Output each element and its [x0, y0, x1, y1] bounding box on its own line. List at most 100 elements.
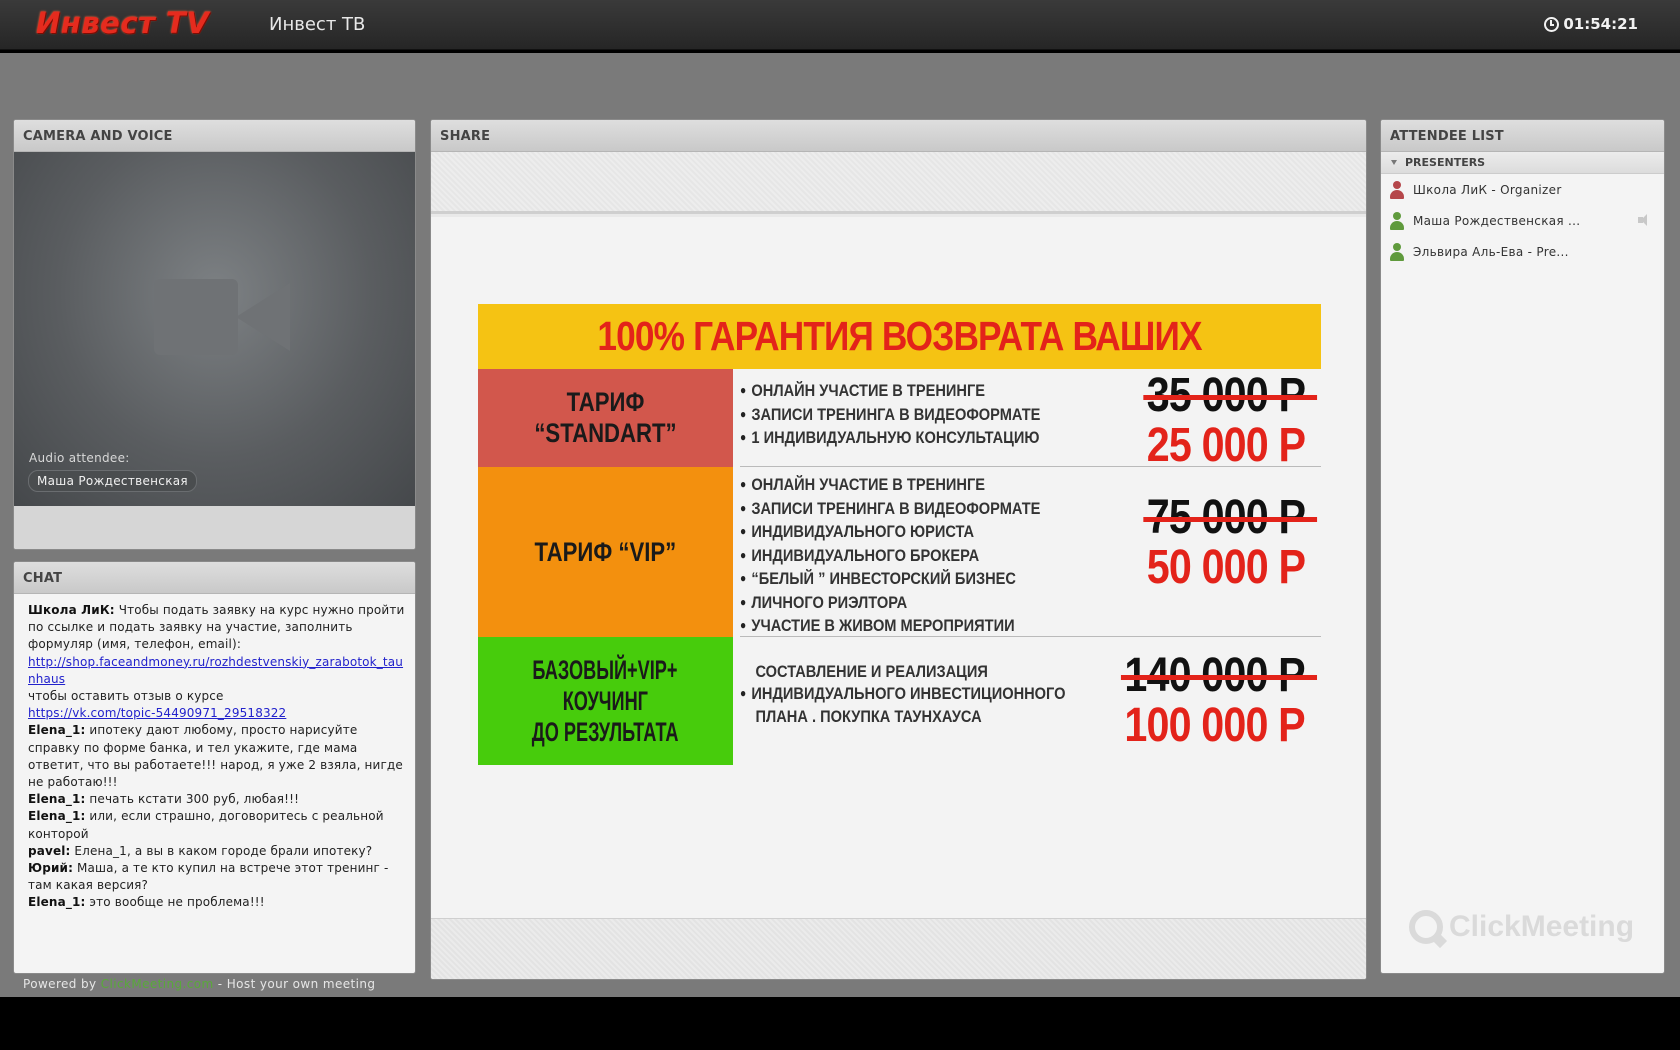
session-timer: 01:54:21 [1544, 15, 1638, 33]
feature-item: СОСТАВЛЕНИЕ И РЕАЛИЗАЦИЯ [755, 662, 988, 681]
presenter-person-icon [1389, 242, 1405, 261]
tarif-label: БАЗОВЫЙ+VIP+ КОУЧИНГ ДО РЕЗУЛЬТАТА [478, 637, 733, 765]
room-title: Инвест ТВ [269, 14, 366, 35]
chat-text: ипотеку дают любому, просто нарисуйте сп… [28, 723, 403, 790]
chat-link[interactable]: http://shop.faceandmoney.ru/rozhdestvens… [28, 655, 403, 686]
camera-panel: CAMERA AND VOICE Audio attendee: Маша Ро… [13, 119, 416, 550]
chat-message: https://vk.com/topic-54490971_29518322 [28, 705, 409, 722]
tarif-name-line: ДО РЕЗУЛЬТАТА [532, 716, 679, 747]
tarif-price: 35 000 Р 25 000 Р [1121, 371, 1318, 472]
chat-author: Elena_1: [28, 895, 86, 910]
feature-item: ОНЛАЙН УЧАСТИЕ В ТРЕНИНГЕ [740, 474, 1040, 498]
powered-by-footer: Powered by ClickMeeting.com - Host your … [23, 977, 375, 991]
video-camera-icon [154, 279, 238, 355]
feature-item: “БЕЛЫЙ ” ИНВЕСТОРСКИЙ БИЗНЕС [740, 568, 1040, 592]
chat-text: печать кстати 300 руб, любая!!! [85, 792, 300, 807]
tarif-row-coaching: БАЗОВЫЙ+VIP+ КОУЧИНГ ДО РЕЗУЛЬТАТА СОСТАВЛ… [478, 637, 1321, 765]
feature-item: УЧАСТИЕ В ЖИВОМ МЕРОПРИЯТИИ [740, 615, 1040, 639]
new-price: 25 000 Р [1146, 419, 1306, 472]
tarif-name: БАЗОВЫЙ+VIP+ КОУЧИНГ ДО РЕЗУЛЬТАТА [516, 655, 695, 748]
clickmeeting-watermark: ClickMeeting [1409, 910, 1634, 944]
chat-author: Elena_1: [28, 809, 86, 824]
chat-message: Elena_1: печать кстати 300 руб, любая!!! [28, 791, 409, 808]
attendee-item[interactable]: Маша Рождественская ... [1381, 205, 1664, 236]
speaker-icon [1638, 214, 1652, 226]
tarif-name-line: КОУЧИНГ [562, 685, 649, 716]
attendee-panel: ATTENDEE LIST PRESENTERS Школа ЛиК - Org… [1380, 119, 1665, 974]
tarif-row-standart: ТАРИФ “STANDART” ОНЛАЙН УЧАСТИЕ В ТРЕНИН… [478, 369, 1321, 472]
feature-item: ИНДИВИДУАЛЬНОГО ЮРИСТА [740, 521, 1040, 545]
camera-footer [14, 506, 415, 549]
tarif-price: 140 000 Р 100 000 Р [1095, 649, 1317, 752]
old-price: 75 000 Р [1143, 491, 1318, 544]
chat-text: Елена_1, а вы в каком городе брали ипоте… [70, 843, 373, 858]
audio-attendee-label: Audio attendee: [29, 451, 130, 465]
feature-item: ИНДИВИДУАЛЬНОГО ИНВЕСТИЦИОННОГО [740, 683, 1065, 707]
organizer-person-icon [1389, 180, 1405, 199]
clickmeeting-logo-icon [1409, 910, 1443, 944]
attendee-name: Маша Рождественская ... [1413, 213, 1581, 228]
chat-message: http://shop.faceandmoney.ru/rozhdestvens… [28, 654, 409, 688]
chat-link[interactable]: https://vk.com/topic-54490971_29518322 [28, 706, 286, 720]
share-top-strip [431, 152, 1366, 214]
tarif-label: ТАРИФ “STANDART” [478, 369, 733, 467]
video-camera-lens-icon [236, 283, 290, 351]
chat-message: Elena_1: ипотеку дают любому, просто нар… [28, 722, 409, 791]
powered-brand-link[interactable]: ClickMeeting.com [101, 977, 214, 991]
chat-text: Маша, а те кто купил на встрече этот тре… [28, 861, 389, 893]
feature-item: ЗАПИСИ ТРЕНИНГА В ВИДЕОФОРМАТЕ [740, 404, 1040, 428]
presenters-group-header[interactable]: PRESENTERS [1381, 152, 1664, 174]
top-bar: Инвест TV Инвест ТВ 01:54:21 [0, 0, 1680, 50]
camera-panel-title: CAMERA AND VOICE [14, 120, 415, 152]
attendee-panel-title: ATTENDEE LIST [1381, 120, 1664, 152]
app-logo: Инвест TV [36, 6, 210, 40]
collapse-triangle-icon[interactable] [1391, 160, 1397, 165]
feature-item: 1 ИНДИВИДУАЛЬНУЮ КОНСУЛЬТАЦИЮ [740, 427, 1040, 451]
powered-prefix: Powered by [23, 977, 101, 991]
chat-author: Школа ЛиК: [28, 603, 115, 617]
attendee-item[interactable]: Эльвира Аль-Ева - Pre... [1381, 236, 1664, 267]
chat-message: Elena_1: или, если страшно, договоритесь… [28, 808, 409, 842]
tarif-features: СОСТАВЛЕНИЕ И РЕАЛИЗАЦИЯ ИНДИВИДУАЛЬНОГО… [740, 661, 1119, 728]
chat-author: Юрий: [28, 861, 74, 876]
powered-suffix: - Host your own meeting [213, 977, 376, 991]
tarif-name: ТАРИФ “VIP” [534, 536, 677, 567]
slide-banner: 100% ГАРАНТИЯ ВОЗВРАТА ВАШИХ ДЕНЕГ! [478, 304, 1321, 424]
clock-icon [1544, 16, 1560, 32]
new-price: 100 000 Р [1124, 699, 1306, 752]
attendee-name: Школа ЛиК - Organizer [1413, 182, 1562, 197]
chat-message: Elena_1: это вообще не проблема!!! [28, 894, 409, 911]
feature-item: ЛИЧНОГО РИЭЛТОРА [740, 592, 1040, 616]
share-panel: SHARE 100% ГАРАНТИЯ ВОЗВРАТА ВАШИХ ДЕНЕГ… [430, 119, 1367, 980]
chat-message: Школа ЛиК: Чтобы подать заявку на курс н… [28, 602, 409, 654]
chat-message: pavel: Елена_1, а вы в каком городе брал… [28, 843, 409, 860]
camera-view[interactable]: Audio attendee: Маша Рождественская [14, 152, 415, 506]
chat-message: Юрий: Маша, а те кто купил на встрече эт… [28, 860, 409, 894]
new-price: 50 000 Р [1146, 541, 1306, 594]
presentation-slide: 100% ГАРАНТИЯ ВОЗВРАТА ВАШИХ ДЕНЕГ! ТАРИ… [431, 217, 1366, 918]
tarif-label: ТАРИФ “VIP” [478, 467, 733, 637]
chat-messages[interactable]: Школа ЛиК: Чтобы подать заявку на курс н… [14, 594, 415, 912]
attendee-name: Эльвира Аль-Ева - Pre... [1413, 244, 1569, 259]
timer-value: 01:54:21 [1563, 15, 1638, 33]
tarif-row-vip: ТАРИФ “VIP” ОНЛАЙН УЧАСТИЕ В ТРЕНИНГЕ ЗА… [478, 467, 1321, 642]
feature-item: ИНДИВИДУАЛЬНОГО БРОКЕРА [740, 545, 1040, 569]
chat-author: Elena_1: [28, 723, 86, 738]
chat-panel: CHAT Школа ЛиК: Чтобы подать заявку на к… [13, 561, 416, 974]
chat-author: pavel: [28, 843, 71, 858]
old-price: 140 000 Р [1121, 649, 1317, 702]
share-bottom-strip [431, 918, 1366, 979]
feature-item: ПЛАНА . ПОКУПКА ТАУНХАУСА [755, 707, 982, 726]
tarif-features: ОНЛАЙН УЧАСТИЕ В ТРЕНИНГЕ ЗАПИСИ ТРЕНИНГ… [740, 380, 1089, 451]
chat-text: это вообще не проблема!!! [85, 895, 265, 910]
tarif-name-line: БАЗОВЫЙ+VIP+ [532, 654, 679, 685]
group-label: PRESENTERS [1405, 156, 1486, 169]
tarif-name: ТАРИФ “STANDART” [534, 387, 677, 448]
attendee-item[interactable]: Школа ЛиК - Organizer [1381, 174, 1664, 205]
watermark-text: ClickMeeting [1449, 910, 1635, 943]
feature-item: ЗАПИСИ ТРЕНИНГА В ВИДЕОФОРМАТЕ [740, 498, 1040, 522]
tarif-price: 75 000 Р 50 000 Р [1121, 491, 1318, 594]
audio-attendee-badge: Маша Рождественская [28, 470, 197, 492]
feature-item: ОНЛАЙН УЧАСТИЕ В ТРЕНИНГЕ [740, 380, 1040, 404]
tarif-features: ОНЛАЙН УЧАСТИЕ В ТРЕНИНГЕ ЗАПИСИ ТРЕНИНГ… [740, 474, 1089, 639]
